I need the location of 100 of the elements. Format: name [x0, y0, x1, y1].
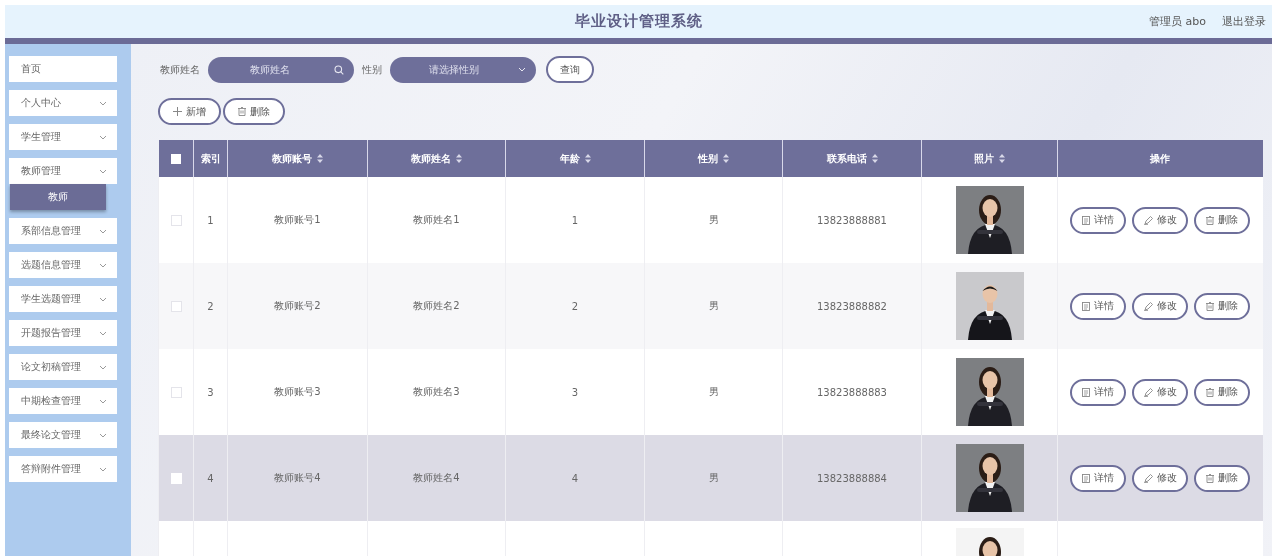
chevron-down-icon: [99, 134, 107, 140]
delete-button[interactable]: 删除: [1194, 378, 1251, 406]
detail-button[interactable]: 详情: [1070, 292, 1127, 320]
delete-button[interactable]: 删除: [1194, 464, 1251, 492]
sidebar-item[interactable]: 选题信息管理: [9, 252, 117, 278]
sort-icon[interactable]: [317, 154, 323, 163]
delete-button[interactable]: 删除: [1194, 206, 1251, 234]
pencil-icon: [1143, 215, 1153, 225]
trash-icon: [1206, 215, 1215, 225]
detail-button[interactable]: 详情: [1070, 206, 1127, 234]
user-name: 管理员 abo: [1149, 14, 1206, 29]
sidebar-item[interactable]: 首页: [9, 56, 117, 82]
table-cell: 1: [571, 214, 579, 226]
sidebar-item[interactable]: 系部信息管理: [9, 218, 117, 244]
chevron-down-icon: [99, 228, 107, 234]
table-cell: 2: [207, 300, 214, 312]
table-cell: 3: [207, 386, 214, 398]
table-cell: 教师姓名1: [413, 214, 460, 225]
pencil-icon: [1143, 473, 1153, 483]
column-header: 操作: [1057, 140, 1263, 177]
document-icon: [1082, 473, 1091, 483]
app-title: 毕业设计管理系统: [574, 12, 703, 31]
detail-button[interactable]: 详情: [1070, 378, 1127, 406]
table-cell: 13823888884: [817, 472, 887, 484]
row-checkbox[interactable]: [170, 214, 182, 226]
sort-icon[interactable]: [456, 154, 462, 163]
chevron-down-icon: [99, 398, 107, 404]
table-cell: 教师姓名3: [413, 386, 460, 397]
table-cell: 男: [708, 472, 719, 483]
pencil-icon: [1143, 301, 1153, 311]
table-cell: 教师账号1: [274, 214, 321, 225]
document-icon: [1082, 301, 1091, 311]
table-cell: 2: [571, 300, 579, 312]
edit-button[interactable]: 修改: [1132, 464, 1189, 492]
sidebar-item[interactable]: 教师管理: [9, 158, 117, 184]
pencil-icon: [1143, 387, 1153, 397]
column-header[interactable]: 联系电话: [782, 140, 922, 177]
sidebar-item[interactable]: 学生管理: [9, 124, 117, 150]
table-cell: 教师账号4: [274, 472, 321, 483]
sidebar-item[interactable]: 论文初稿管理: [9, 354, 117, 380]
table-cell: 13823888883: [817, 386, 887, 398]
document-icon: [1082, 215, 1091, 225]
column-header[interactable]: 性别: [644, 140, 783, 177]
search-icon: [334, 64, 344, 75]
table-cell: 教师账号3: [274, 386, 321, 397]
table-cell: 教师姓名4: [413, 472, 460, 483]
trash-icon: [238, 107, 246, 116]
detail-button[interactable]: 详情: [1070, 464, 1127, 492]
sort-icon[interactable]: [999, 154, 1005, 163]
trash-icon: [1206, 473, 1215, 483]
sidebar-item[interactable]: 个人中心: [9, 90, 117, 116]
column-header: 索引: [193, 140, 228, 177]
row-checkbox[interactable]: [170, 300, 182, 312]
trash-icon: [1206, 301, 1215, 311]
chevron-down-icon: [99, 168, 107, 174]
select-field[interactable]: 请选择性别: [390, 56, 536, 83]
column-header[interactable]: 教师姓名: [367, 140, 506, 177]
edit-button[interactable]: 修改: [1132, 378, 1189, 406]
table-cell: 男: [708, 214, 719, 225]
trash-icon: [1206, 387, 1215, 397]
document-icon: [1082, 387, 1091, 397]
column-header[interactable]: 照片: [921, 140, 1058, 177]
delete-button[interactable]: 删除: [1194, 292, 1251, 320]
chevron-down-icon: [99, 466, 107, 472]
table-cell: 13823888882: [817, 300, 887, 312]
field-label: 教师姓名: [160, 62, 200, 77]
chevron-down-icon: [99, 330, 107, 336]
column-header[interactable]: 年龄: [505, 140, 645, 177]
column-header[interactable]: 教师账号: [227, 140, 368, 177]
table-cell: 4: [207, 472, 214, 484]
table-cell: 男: [708, 386, 719, 397]
search-field[interactable]: 教师姓名: [208, 56, 354, 83]
table-cell: 教师账号2: [274, 300, 321, 311]
table-cell: 3: [571, 386, 579, 398]
table-cell: 教师姓名2: [413, 300, 460, 311]
submenu-item[interactable]: 教师: [10, 184, 106, 210]
add-button[interactable]: 新增: [158, 98, 221, 125]
chevron-down-icon: [99, 262, 107, 268]
logout-link[interactable]: 退出登录: [1222, 14, 1266, 29]
sort-icon[interactable]: [723, 154, 729, 163]
table-cell: 男: [708, 300, 719, 311]
edit-button[interactable]: 修改: [1132, 206, 1189, 234]
table-cell: 1: [207, 214, 214, 226]
query-button[interactable]: 查询: [546, 56, 594, 83]
chevron-down-icon: [99, 364, 107, 370]
sidebar-item[interactable]: 答辩附件管理: [9, 456, 117, 482]
table-cell: 13823888881: [817, 214, 887, 226]
chevron-down-icon: [99, 100, 107, 106]
sidebar-item[interactable]: 最终论文管理: [9, 422, 117, 448]
edit-button[interactable]: 修改: [1132, 292, 1189, 320]
sort-icon[interactable]: [871, 154, 878, 163]
chevron-down-icon: [99, 432, 107, 438]
select-all-checkbox[interactable]: [170, 154, 181, 164]
chevron-down-icon: [99, 296, 107, 302]
row-checkbox[interactable]: [170, 386, 182, 398]
sidebar-item[interactable]: 开题报告管理: [9, 320, 117, 346]
sidebar-item[interactable]: 中期检查管理: [9, 388, 117, 414]
delete-button[interactable]: 删除: [223, 98, 285, 125]
sort-icon[interactable]: [584, 154, 591, 163]
sidebar-item[interactable]: 学生选题管理: [9, 286, 117, 312]
